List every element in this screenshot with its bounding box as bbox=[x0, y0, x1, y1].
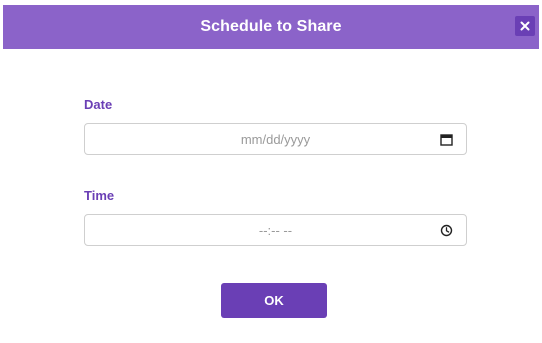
close-icon bbox=[520, 21, 530, 31]
schedule-dialog: Schedule to Share Date mm/dd/yyyy Time -… bbox=[0, 0, 542, 343]
close-button[interactable] bbox=[515, 16, 535, 36]
time-placeholder: --:-- -- bbox=[258, 222, 293, 238]
calendar-icon[interactable] bbox=[440, 133, 453, 146]
dialog-title: Schedule to Share bbox=[200, 18, 342, 35]
date-placeholder: mm/dd/yyyy bbox=[240, 131, 311, 147]
dialog-header: Schedule to Share bbox=[3, 5, 539, 49]
time-label: Time bbox=[84, 188, 115, 203]
time-input[interactable]: --:-- -- bbox=[84, 214, 467, 246]
clock-icon[interactable] bbox=[440, 224, 453, 237]
ok-button[interactable]: OK bbox=[221, 283, 327, 318]
date-input[interactable]: mm/dd/yyyy bbox=[84, 123, 467, 155]
date-label: Date bbox=[84, 97, 113, 112]
